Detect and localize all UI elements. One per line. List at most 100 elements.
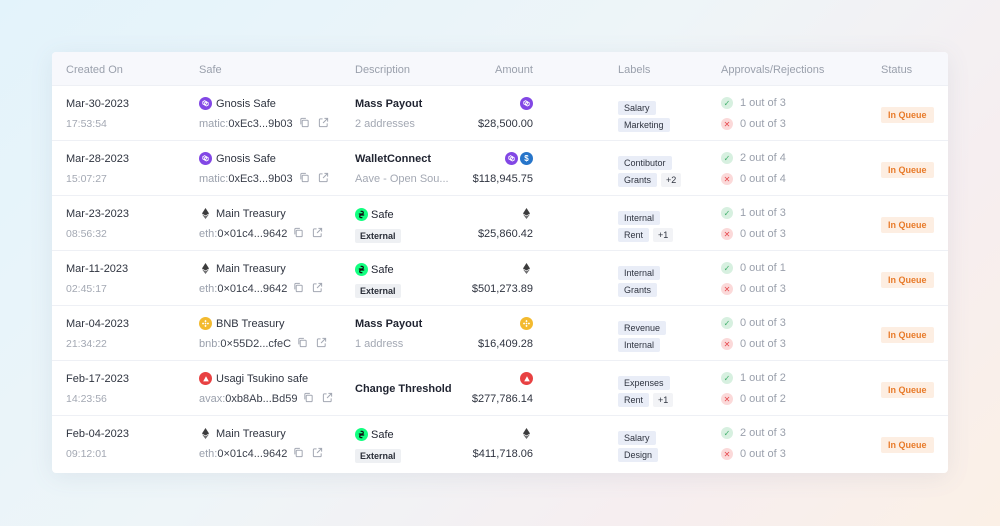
safe-logo-icon [355, 208, 368, 221]
check-icon: ✓ [721, 97, 733, 109]
header-amount[interactable]: Amount [495, 64, 533, 76]
external-link-icon[interactable] [322, 392, 335, 405]
approvals: ✓ 1 out of 2 [721, 372, 786, 384]
label-chip-row: Grants +2 [618, 173, 682, 187]
description-title: Mass Payout [355, 98, 423, 110]
created-time: 14:23:56 [66, 393, 107, 405]
label-chip[interactable]: Contibutor [618, 156, 672, 170]
header-safe[interactable]: Safe [199, 64, 222, 76]
label-more-badge[interactable]: +1 [653, 393, 674, 407]
copy-icon[interactable] [293, 282, 306, 295]
check-icon: ✓ [721, 152, 733, 164]
check-icon: ✓ [721, 262, 733, 274]
header-labels[interactable]: Labels [618, 64, 650, 76]
safe-name: Gnosis Safe [199, 152, 276, 165]
copy-icon[interactable] [299, 172, 312, 185]
approvals-count: 2 out of 4 [740, 152, 786, 164]
chain-prefix: bnb: [199, 337, 221, 350]
ethereum-icon [520, 262, 533, 275]
rejections-count: 0 out of 2 [740, 393, 786, 405]
description-safe: Safe [355, 263, 394, 276]
check-icon: ✓ [721, 427, 733, 439]
label-chip[interactable]: Rent [618, 228, 650, 242]
label-chip[interactable]: Marketing [618, 118, 670, 132]
approvals: ✓ 2 out of 4 [721, 152, 786, 164]
label-chip[interactable]: Rent [618, 393, 650, 407]
description-safe: Safe [355, 428, 394, 441]
table-row[interactable]: Feb-04-2023 09:12:01 Main Treasury eth: 0×01… [52, 416, 948, 471]
amount-value: $16,409.28 [477, 338, 533, 350]
copy-icon[interactable] [299, 117, 312, 130]
description-title: WalletConnect [355, 153, 431, 165]
address-text: 0×01c4...9642 [217, 282, 288, 295]
header-created-on[interactable]: Created On [66, 64, 123, 76]
external-badge: External [355, 449, 401, 463]
copy-icon[interactable] [293, 227, 306, 240]
label-chip[interactable]: Salary [618, 101, 656, 115]
safe-name: BNB Treasury [199, 317, 284, 330]
external-link-icon[interactable] [312, 282, 325, 295]
label-chip-row: Expenses [618, 373, 670, 391]
header-description[interactable]: Description [355, 64, 410, 76]
external-link-icon[interactable] [312, 227, 325, 240]
safe-name-label: Main Treasury [216, 262, 286, 275]
table-body: Mar-30-2023 17:53:54 Gnosis Safe matic: 0xEc… [52, 86, 948, 471]
label-chip[interactable]: Internal [618, 211, 661, 225]
rejections: ✕ 0 out of 2 [721, 393, 786, 405]
label-chip-row: Grants [618, 283, 658, 297]
label-chip-row: Salary [618, 428, 656, 446]
safe-address: matic: 0xEc3...9b03 [199, 117, 331, 130]
table-row[interactable]: Feb-17-2023 14:23:56 Usagi Tsukino safe ava… [52, 361, 948, 416]
header-approvals[interactable]: Approvals/Rejections [721, 64, 824, 76]
label-chip-row: Internal [618, 263, 661, 281]
external-badge: External [355, 229, 401, 243]
table-header: Created On Safe Description Amount Label… [52, 52, 948, 86]
created-date: Mar-23-2023 [66, 208, 129, 220]
address-text: 0×55D2...cfeC [220, 337, 292, 350]
label-chip[interactable]: Expenses [618, 376, 670, 390]
label-chip[interactable]: Internal [618, 338, 661, 352]
amount-value: $28,500.00 [477, 118, 533, 130]
table-row[interactable]: Mar-30-2023 17:53:54 Gnosis Safe matic: 0xEc… [52, 86, 948, 141]
amount-value: $277,786.14 [471, 393, 533, 405]
label-chip[interactable]: Salary [618, 431, 656, 445]
label-chip[interactable]: Grants [618, 283, 658, 297]
external-link-icon[interactable] [316, 337, 329, 350]
table-row[interactable]: Mar-11-2023 02:45:17 Main Treasury eth: 0×01… [52, 251, 948, 306]
label-more-badge[interactable]: +2 [661, 173, 682, 187]
label-more-badge[interactable]: +1 [653, 228, 674, 242]
status-badge: In Queue [881, 272, 934, 288]
safe-logo-icon [355, 263, 368, 276]
rejections: ✕ 0 out of 3 [721, 118, 786, 130]
label-chip-row: Rent +1 [618, 228, 674, 242]
header-status[interactable]: Status [881, 64, 912, 76]
copy-icon[interactable] [297, 337, 310, 350]
created-time: 02:45:17 [66, 283, 107, 295]
table-row[interactable]: Mar-04-2023 21:34:22 BNB Treasury bnb: 0×55D… [52, 306, 948, 361]
external-link-icon[interactable] [312, 447, 325, 460]
external-link-icon[interactable] [318, 117, 331, 130]
address-text: 0xEc3...9b03 [228, 172, 293, 185]
label-chip[interactable]: Grants [618, 173, 658, 187]
rejections: ✕ 0 out of 3 [721, 448, 786, 460]
ethereum-icon [520, 427, 533, 440]
label-chip[interactable]: Revenue [618, 321, 667, 335]
label-chip[interactable]: Internal [618, 266, 661, 280]
safe-address: bnb: 0×55D2...cfeC [199, 337, 329, 350]
created-time: 21:34:22 [66, 338, 107, 350]
copy-icon[interactable] [303, 392, 316, 405]
rejections-count: 0 out of 3 [740, 228, 786, 240]
approvals: ✓ 1 out of 3 [721, 97, 786, 109]
table-row[interactable]: Mar-28-2023 15:07:27 Gnosis Safe matic: 0xEc… [52, 141, 948, 196]
external-link-icon[interactable] [318, 172, 331, 185]
table-row[interactable]: Mar-23-2023 08:56:32 Main Treasury eth: 0×01… [52, 196, 948, 251]
transactions-table: Created On Safe Description Amount Label… [52, 52, 948, 473]
label-chip-row: Contibutor [618, 153, 672, 171]
status-badge: In Queue [881, 437, 934, 453]
copy-icon[interactable] [293, 447, 306, 460]
label-chip-row: Revenue [618, 318, 667, 336]
label-chip[interactable]: Design [618, 448, 659, 462]
rejections: ✕ 0 out of 3 [721, 283, 786, 295]
approvals-count: 2 out of 3 [740, 427, 786, 439]
approvals: ✓ 0 out of 3 [721, 317, 786, 329]
